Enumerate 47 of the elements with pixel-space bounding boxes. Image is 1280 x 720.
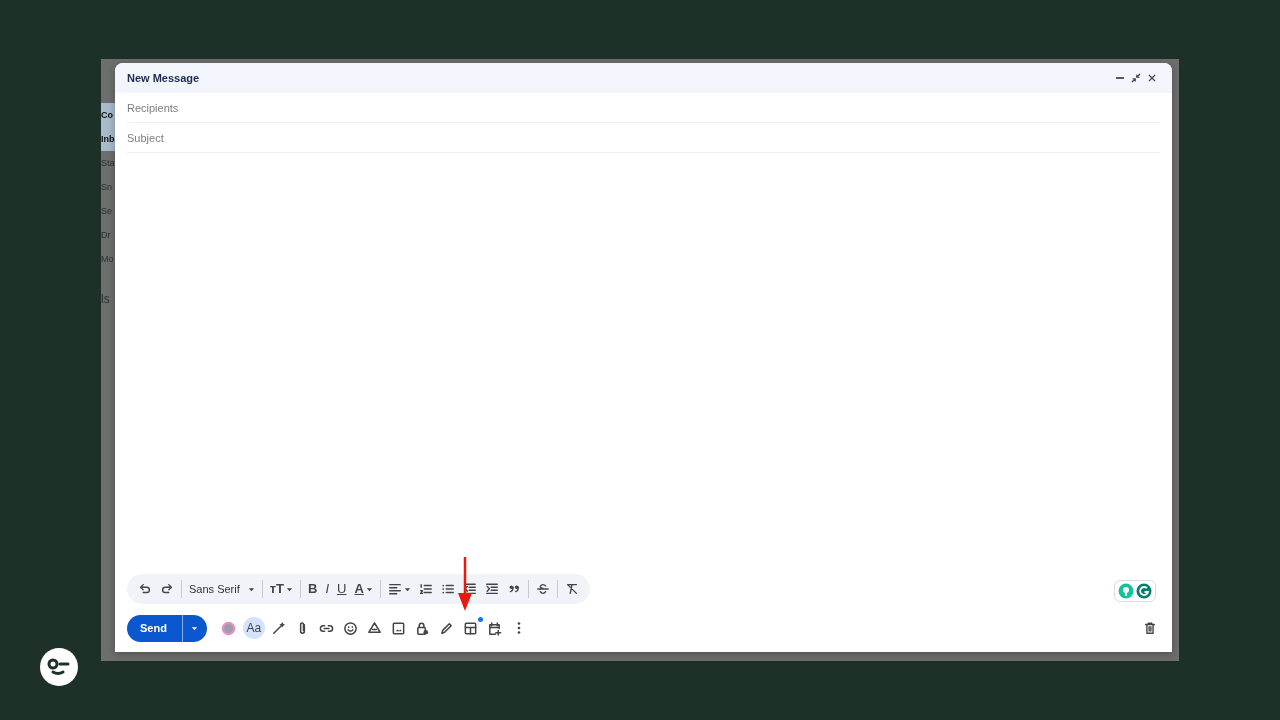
format-button[interactable]: U — [334, 578, 350, 600]
lock-clock-icon — [415, 620, 431, 636]
color-circle-icon — [221, 620, 237, 636]
caret-icon — [286, 585, 294, 593]
lightbulb-icon — [1118, 583, 1134, 599]
format-glyph: A — [354, 580, 364, 599]
writing-assistant-badge[interactable] — [1114, 580, 1156, 602]
format-dropdown[interactable]: ᴛT — [266, 578, 297, 600]
magic-pen-icon — [271, 620, 287, 636]
align-left-icon — [387, 582, 402, 596]
close-icon — [1146, 72, 1158, 84]
sidebar-item[interactable]: Co — [101, 103, 115, 127]
caret-icon — [191, 624, 199, 632]
send-options-button[interactable] — [181, 614, 207, 642]
smiley-icon — [343, 620, 359, 636]
calendar-plus-icon — [487, 620, 503, 636]
g-logo-icon — [1136, 583, 1152, 599]
sidebar-item[interactable]: Inb — [101, 127, 115, 151]
format-glyph: ᴛT — [269, 580, 285, 599]
clear-formatting-icon — [564, 582, 579, 596]
collapse-arrows-icon — [1130, 72, 1142, 84]
formatting-toggle-button[interactable]: Aa — [242, 617, 265, 639]
numbered-list-icon — [418, 582, 433, 596]
caret-icon — [247, 585, 255, 593]
annotation-arrow — [458, 557, 472, 611]
format-button[interactable]: B — [305, 578, 321, 600]
increase-indent-icon — [484, 582, 499, 596]
pen-icon — [439, 620, 455, 636]
more-vertical-icon — [516, 621, 521, 635]
format-dropdown[interactable]: A — [351, 578, 376, 600]
caret-icon — [365, 585, 373, 593]
font-name: Sans Serif — [189, 581, 240, 597]
caret-icon — [403, 585, 411, 593]
layout-icon — [463, 620, 479, 636]
image-icon — [391, 620, 407, 636]
triangle-drive-icon — [367, 620, 383, 636]
minimize-icon — [1116, 77, 1124, 79]
format-button[interactable]: I — [322, 578, 333, 600]
trash-icon — [1143, 621, 1157, 635]
send-button[interactable]: Send — [127, 614, 182, 642]
bulleted-list-icon — [440, 582, 455, 596]
font-dropdown[interactable]: Sans Serif — [186, 578, 258, 600]
strikethrough-icon — [535, 582, 550, 596]
undo-icon — [138, 582, 152, 596]
redo-icon — [160, 582, 174, 596]
window-title: New Message — [127, 70, 200, 86]
logo-icon — [40, 648, 78, 686]
